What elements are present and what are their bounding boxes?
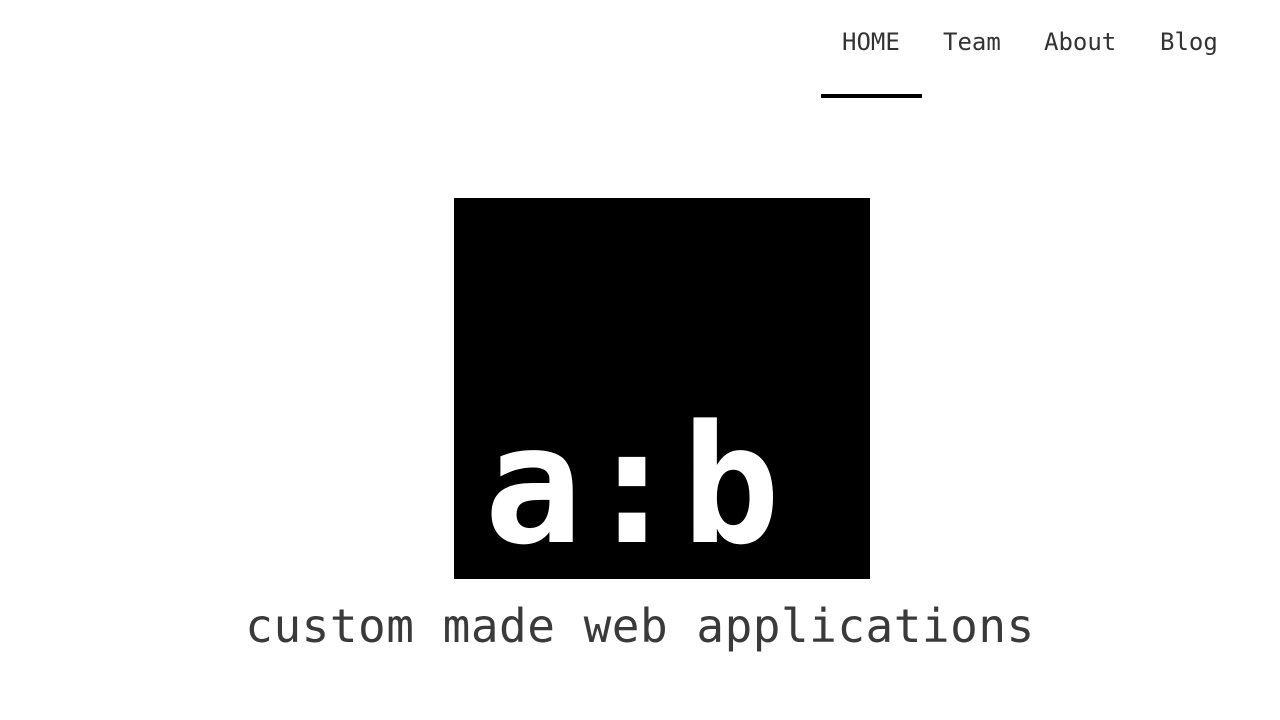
main-navigation: HOME Team About Blog <box>0 0 1280 100</box>
brand-logo-text: a:b <box>484 390 780 579</box>
nav-item-blog[interactable]: Blog <box>1160 26 1218 58</box>
nav-item-about[interactable]: About <box>1044 26 1116 58</box>
active-nav-indicator <box>821 94 922 98</box>
nav-item-team[interactable]: Team <box>943 26 1001 58</box>
brand-logo-graphic: a:b <box>484 390 780 579</box>
brand-logo: a:b <box>454 198 870 579</box>
nav-item-home[interactable]: HOME <box>842 26 900 58</box>
hero-tagline: custom made web applications <box>245 599 1035 653</box>
